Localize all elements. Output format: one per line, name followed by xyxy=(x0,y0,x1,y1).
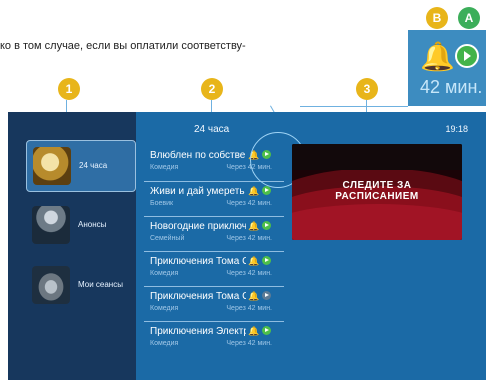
instruction-text: ко в том случае, если вы оплатили соотве… xyxy=(0,40,246,52)
program-title: Приключения Электр xyxy=(150,326,246,337)
program-row[interactable]: Новогодние приключ Семейный Через 42 мин… xyxy=(144,216,284,252)
left-menu: 24 часа Анонсы Мои сеансы xyxy=(8,112,136,380)
bell-icon: 🔔 xyxy=(248,326,260,336)
channel-title: 24 часа xyxy=(194,124,230,135)
program-genre: Боевик xyxy=(150,200,174,207)
program-time: Через 42 мин. xyxy=(226,235,272,242)
bell-icon: 🔔 xyxy=(248,256,260,266)
program-row[interactable]: Приключения Тома С Комедия Через 42 мин.… xyxy=(144,251,284,287)
program-title: Приключения Тома С xyxy=(150,256,246,267)
play-icon xyxy=(262,326,271,335)
callout-badge-1: 1 xyxy=(58,78,80,100)
globe-icon xyxy=(33,147,71,185)
program-title: Живи и дай умереть I xyxy=(150,186,246,197)
tv-screen: 24 часа Анонсы Мои сеансы 24 часа 19:18 … xyxy=(8,112,486,380)
zoomed-controls: 🔔 42 мин. xyxy=(408,30,486,106)
program-title: Влюблен по собствен xyxy=(150,150,246,161)
play-icon xyxy=(262,291,271,300)
callout-badge-3: 3 xyxy=(356,78,378,100)
callout-badge-b: B xyxy=(426,7,448,29)
callout-badge-a: A xyxy=(458,7,480,29)
bell-icon: 🔔 xyxy=(248,221,260,231)
bell-icon: 🔔 xyxy=(248,186,260,196)
program-genre: Комедия xyxy=(150,270,179,277)
character-icon xyxy=(32,206,70,244)
program-time: Через 42 мин. xyxy=(226,200,272,207)
play-icon xyxy=(262,221,271,230)
bell-icon: 🔔 xyxy=(248,291,260,301)
preview-panel: СЛЕДИТЕ ЗА РАСПИСАНИЕМ xyxy=(292,144,462,240)
program-row[interactable]: Живи и дай умереть I Боевик Через 42 мин… xyxy=(144,181,284,217)
program-genre: Семейный xyxy=(150,235,185,242)
menu-item-24h[interactable]: 24 часа xyxy=(26,140,136,192)
cloud-icon xyxy=(32,266,70,304)
program-row[interactable]: Приключения Электр Комедия Через 42 мин.… xyxy=(144,321,284,357)
program-genre: Комедия xyxy=(150,305,179,312)
play-icon xyxy=(262,186,271,195)
program-genre: Комедия xyxy=(150,340,179,347)
program-row[interactable]: Приключения Тома С Комедия Через 42 мин.… xyxy=(144,286,284,322)
program-time: Через 42 мин. xyxy=(226,305,272,312)
program-time: Через 42 мин. xyxy=(226,340,272,347)
clock-time: 19:18 xyxy=(445,124,468,134)
zoom-connector-line xyxy=(300,106,408,107)
menu-item-my-sessions[interactable]: Мои сеансы xyxy=(26,260,134,310)
menu-label-24h: 24 часа xyxy=(79,161,108,170)
program-title: Приключения Тома С xyxy=(150,291,246,302)
program-time: Через 42 мин. xyxy=(226,270,272,277)
play-icon xyxy=(262,256,271,265)
play-icon xyxy=(455,44,479,68)
program-genre: Комедия xyxy=(150,164,179,171)
preview-line-2: РАСПИСАНИЕМ xyxy=(335,191,419,202)
bell-icon: 🔔 xyxy=(420,41,455,72)
menu-label-my-sessions: Мои сеансы xyxy=(78,280,123,289)
zoom-time: 42 мин. xyxy=(420,77,483,97)
preview-line-1: СЛЕДИТЕ ЗА xyxy=(342,180,412,191)
menu-item-announcements[interactable]: Анонсы xyxy=(26,200,134,250)
menu-label-announcements: Анонсы xyxy=(78,220,107,229)
callout-badge-2: 2 xyxy=(201,78,223,100)
preview-text: СЛЕДИТЕ ЗА РАСПИСАНИЕМ xyxy=(292,180,462,202)
program-title: Новогодние приключ xyxy=(150,221,246,232)
